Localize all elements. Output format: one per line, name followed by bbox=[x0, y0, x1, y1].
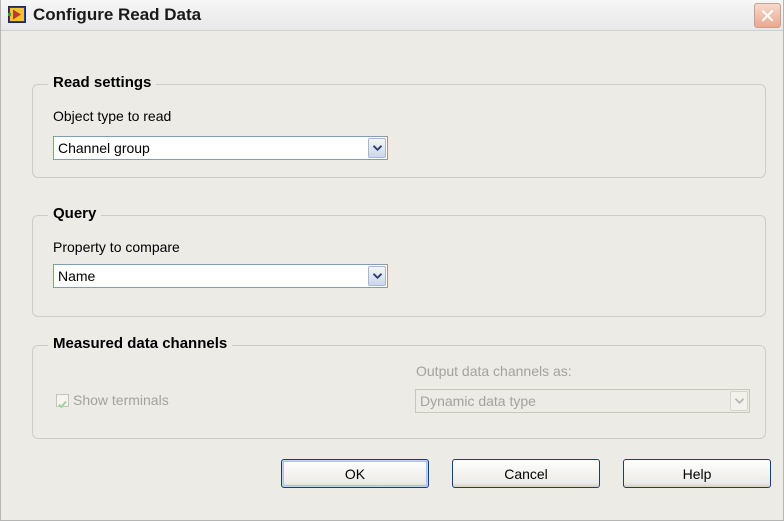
read-settings-group: Read settings bbox=[32, 74, 766, 178]
close-button[interactable]: ✕ bbox=[754, 3, 781, 28]
object-type-select[interactable]: Channel group bbox=[53, 136, 388, 160]
property-compare-label: Property to compare bbox=[53, 239, 180, 255]
show-terminals-label: Show terminals bbox=[73, 392, 169, 408]
cancel-button[interactable]: Cancel bbox=[452, 459, 600, 488]
dialog-title: Configure Read Data bbox=[33, 5, 202, 24]
title-bar[interactable]: Configure Read Data ✕ bbox=[1, 0, 783, 31]
output-channels-select[interactable]: Dynamic data type bbox=[415, 389, 750, 413]
configure-read-data-dialog: Configure Read Data ✕ Read settings Obje… bbox=[0, 0, 784, 521]
ok-button[interactable]: OK bbox=[281, 459, 429, 488]
property-compare-value: Name bbox=[58, 268, 96, 284]
labview-express-vi-icon bbox=[8, 6, 26, 23]
object-type-value: Channel group bbox=[58, 140, 150, 156]
chevron-down-icon[interactable] bbox=[368, 138, 386, 158]
chevron-down-icon[interactable] bbox=[368, 266, 386, 286]
close-icon: ✕ bbox=[759, 3, 776, 28]
read-settings-title: Read settings bbox=[48, 74, 157, 91]
chevron-down-icon[interactable] bbox=[730, 391, 748, 411]
help-button[interactable]: Help bbox=[623, 459, 771, 488]
measured-data-channels-title: Measured data channels bbox=[48, 335, 233, 352]
checkmark-icon bbox=[58, 400, 67, 409]
output-channels-label: Output data channels as: bbox=[416, 363, 572, 379]
show-terminals-checkbox[interactable] bbox=[56, 394, 69, 409]
query-title: Query bbox=[48, 205, 102, 222]
output-channels-value: Dynamic data type bbox=[420, 393, 536, 409]
object-type-label: Object type to read bbox=[53, 108, 172, 124]
property-compare-select[interactable]: Name bbox=[53, 264, 388, 288]
